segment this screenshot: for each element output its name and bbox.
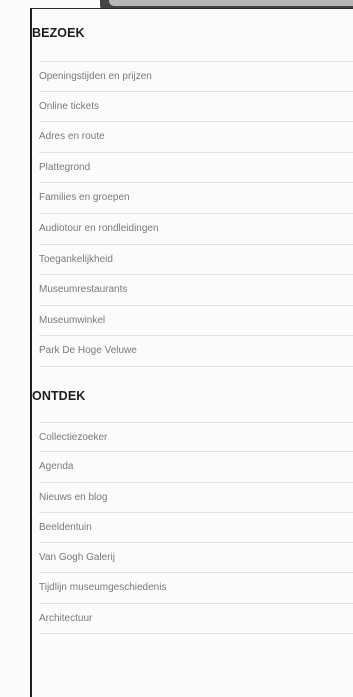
- menu-item-adres-en-route[interactable]: Adres en route: [39, 122, 353, 153]
- section-heading-bezoek: BEZOEK: [32, 26, 85, 40]
- navigation-menu: BEZOEK Openingstijden en prijzen Online …: [30, 8, 353, 697]
- menu-item-museumrestaurants[interactable]: Museumrestaurants: [39, 275, 353, 306]
- ontdek-menu-list: Collectiezoeker Agenda Nieuws en blog Be…: [39, 422, 353, 635]
- section-heading-ontdek: ONTDEK: [32, 389, 86, 403]
- menu-item-van-gogh-galerij[interactable]: Van Gogh Galerij: [39, 543, 353, 574]
- menu-item-plattegrond[interactable]: Plattegrond: [39, 153, 353, 184]
- menu-item-beeldentuin[interactable]: Beeldentuin: [39, 513, 353, 544]
- top-window-tab-inner: [109, 0, 353, 6]
- bezoek-menu-list: Openingstijden en prijzen Online tickets…: [39, 61, 353, 367]
- menu-item-architectuur[interactable]: Architectuur: [39, 604, 353, 635]
- menu-item-audiotour[interactable]: Audiotour en rondleidingen: [39, 214, 353, 245]
- menu-item-park-de-hoge-veluwe[interactable]: Park De Hoge Veluwe: [39, 336, 353, 367]
- menu-item-online-tickets[interactable]: Online tickets: [39, 92, 353, 123]
- menu-item-collectiezoeker[interactable]: Collectiezoeker: [39, 422, 353, 453]
- menu-item-toegankelijkheid[interactable]: Toegankelijkheid: [39, 245, 353, 276]
- menu-item-museumwinkel[interactable]: Museumwinkel: [39, 306, 353, 337]
- menu-item-agenda[interactable]: Agenda: [39, 452, 353, 483]
- menu-item-openingstijden[interactable]: Openingstijden en prijzen: [39, 61, 353, 92]
- menu-item-tijdlijn[interactable]: Tijdlijn museumgeschiedenis: [39, 573, 353, 604]
- menu-item-nieuws-en-blog[interactable]: Nieuws en blog: [39, 483, 353, 513]
- menu-item-families-en-groepen[interactable]: Families en groepen: [39, 183, 353, 214]
